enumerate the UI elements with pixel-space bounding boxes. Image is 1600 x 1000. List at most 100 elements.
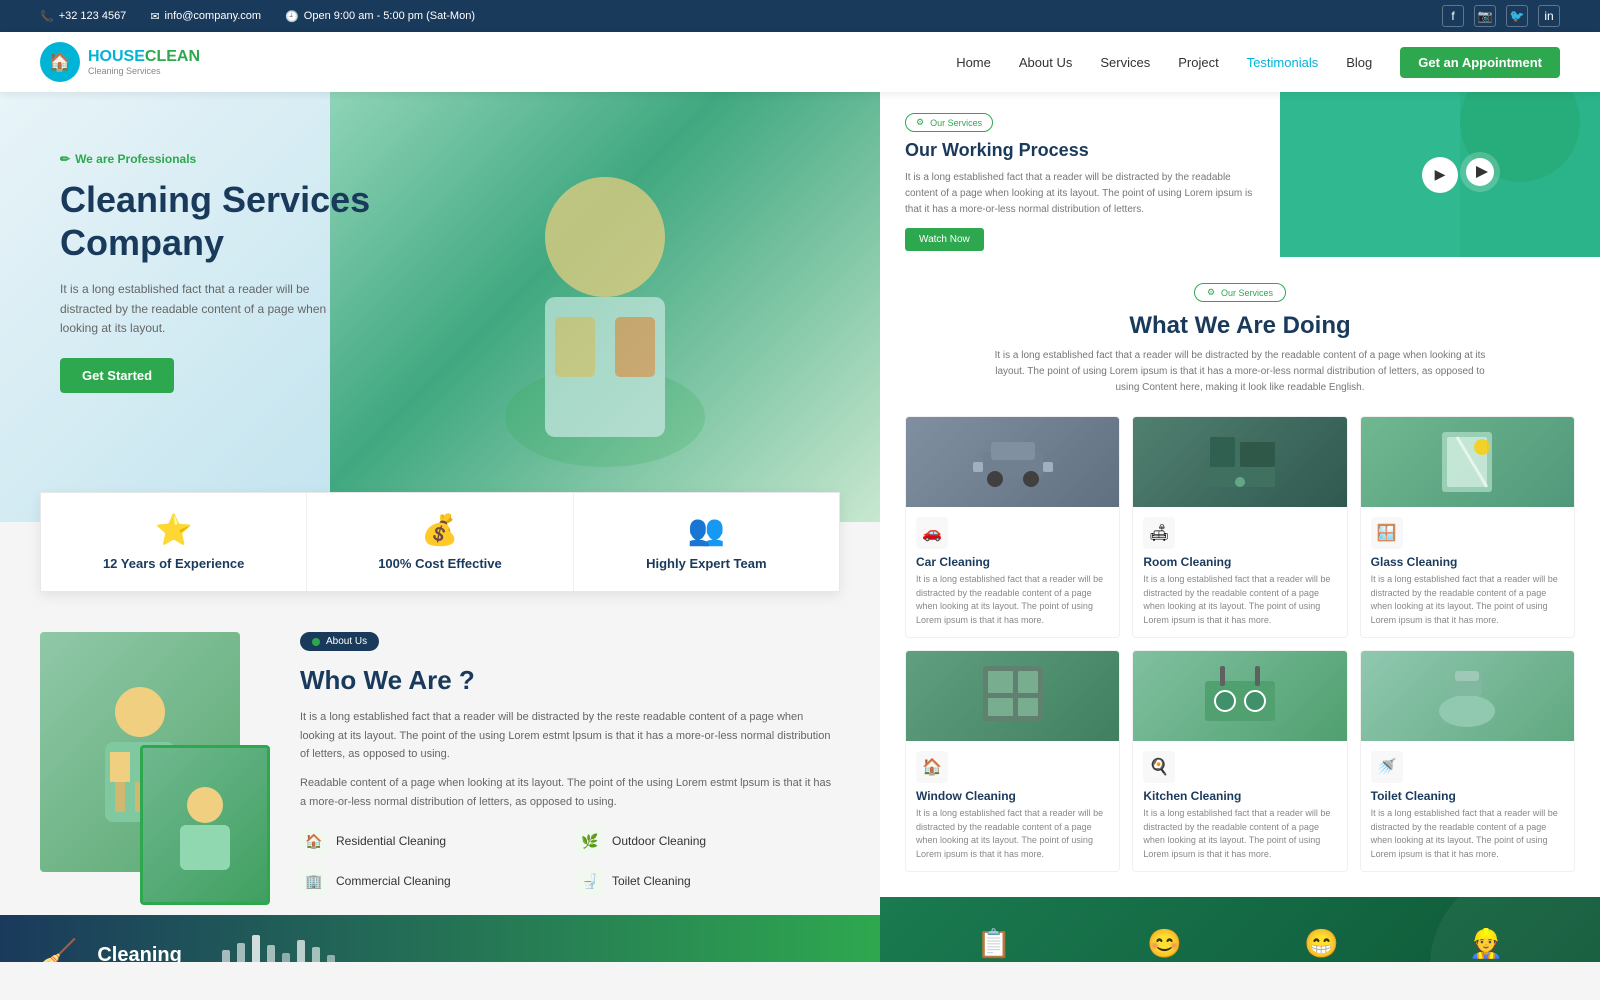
- glass-cleaning-image: [1361, 417, 1574, 507]
- service-outdoor: 🌿 Outdoor Cleaning: [576, 827, 840, 855]
- left-section: ✏ We are Professionals Cleaning Services…: [0, 92, 880, 962]
- services-section: ⚙ Our Services What We Are Doing It is a…: [880, 257, 1600, 897]
- service-card-window: 🏠 Window Cleaning It is a long establish…: [905, 650, 1120, 872]
- nav-project[interactable]: Project: [1178, 55, 1218, 70]
- stats-bar: ⭐ 12 Years of Experience 💰 100% Cost Eff…: [40, 492, 840, 592]
- get-started-button[interactable]: Get Started: [60, 358, 174, 393]
- about-section: About Us Who We Are ? It is a long estab…: [0, 592, 880, 915]
- stat-satisfaction: 😁 100% Satisfaction: [1293, 927, 1350, 962]
- twitter-link[interactable]: 🐦: [1506, 5, 1528, 27]
- email-address: info@company.com: [165, 10, 262, 22]
- hero-image: [330, 92, 880, 522]
- cost-icon: 💰: [421, 513, 458, 548]
- services-cards: 🚗 Car Cleaning It is a long established …: [905, 416, 1575, 872]
- window-cleaning-body: 🏠 Window Cleaning It is a long establish…: [906, 741, 1119, 871]
- satisfaction-icon: 😁: [1293, 927, 1350, 960]
- car-cleaning-desc: It is a long established fact that a rea…: [916, 573, 1109, 627]
- car-cleaning-body: 🚗 Car Cleaning It is a long established …: [906, 507, 1119, 637]
- logo-text: HOUSECLEAN Cleaning Services: [88, 48, 200, 76]
- clients-icon: 😊: [1131, 927, 1199, 960]
- outdoor-icon: 🌿: [576, 827, 604, 855]
- room-icon: 🛋: [1143, 517, 1175, 549]
- kitchen-cleaning-title: Kitchen Cleaning: [1143, 789, 1336, 803]
- toilet-cleaning-image: [1361, 651, 1574, 741]
- experience-icon: ⭐: [155, 513, 192, 548]
- right-panel: ⚙ Our Services Our Working Process It is…: [880, 92, 1600, 962]
- about-desc-1: It is a long established fact that a rea…: [300, 708, 840, 764]
- hero-description: It is a long established fact that a rea…: [60, 280, 360, 338]
- window-cleaning-desc: It is a long established fact that a rea…: [916, 807, 1109, 861]
- hours-text: Open 9:00 am - 5:00 pm (Sat-Mon): [304, 10, 475, 22]
- appointment-button[interactable]: Get an Appointment: [1400, 47, 1560, 78]
- car-cleaning-image: [906, 417, 1119, 507]
- team-label: Highly Expert Team: [646, 556, 766, 571]
- service-card-glass: 🪟 Glass Cleaning It is a long establishe…: [1360, 416, 1575, 638]
- nav-blog[interactable]: Blog: [1346, 55, 1372, 70]
- phone-number: +32 123 4567: [59, 10, 127, 22]
- car-cleaning-title: Car Cleaning: [916, 555, 1109, 569]
- stat-cost: 💰 100% Cost Effective: [307, 493, 573, 591]
- main-wrapper: ✏ We are Professionals Cleaning Services…: [0, 92, 1600, 962]
- commercial-icon: 🏢: [300, 867, 328, 895]
- hero-content: ✏ We are Professionals Cleaning Services…: [60, 152, 380, 393]
- hero-title: Cleaning Services Company: [60, 178, 380, 264]
- room-cleaning-body: 🛋 Room Cleaning It is a long established…: [1133, 507, 1346, 637]
- logo: 🏠 HOUSECLEAN Cleaning Services: [40, 42, 200, 82]
- kitchen-cleaning-image: [1133, 651, 1346, 741]
- car-icon: 🚗: [916, 517, 948, 549]
- about-desc-2: Readable content of a page when looking …: [300, 774, 840, 811]
- services-title: What We Are Doing: [905, 312, 1575, 340]
- window-cleaning-image: [906, 651, 1119, 741]
- service-card-toilet: 🚿 Toilet Cleaning It is a long establish…: [1360, 650, 1575, 872]
- nav-services[interactable]: Services: [1100, 55, 1150, 70]
- nav-testimonials[interactable]: Testimonials: [1247, 55, 1319, 70]
- social-links: f 📷 🐦 in: [1442, 5, 1560, 27]
- working-process-image: ▶: [1280, 92, 1600, 257]
- experience-label: 12 Years of Experience: [103, 556, 244, 571]
- email-icon: ✉: [150, 10, 159, 23]
- employee-icon: 👷: [1444, 927, 1528, 960]
- stat-project: 📋 1200+ Project Complete: [952, 927, 1036, 962]
- toilet-cleaning-icon: 🚿: [1371, 751, 1403, 783]
- tag-icon: ✏: [60, 152, 70, 166]
- linkedin-link[interactable]: in: [1538, 5, 1560, 27]
- nav-about[interactable]: About Us: [1019, 55, 1072, 70]
- glass-cleaning-title: Glass Cleaning: [1371, 555, 1564, 569]
- service-card-room: 🛋 Room Cleaning It is a long established…: [1132, 416, 1347, 638]
- kitchen-cleaning-desc: It is a long established fact that a rea…: [1143, 807, 1336, 861]
- service-card-kitchen: 🍳 Kitchen Cleaning It is a long establis…: [1132, 650, 1347, 872]
- stat-team: 👥 Highly Expert Team: [574, 493, 839, 591]
- email-info: ✉ info@company.com: [150, 10, 261, 23]
- stat-clients: 😊 1050+ Happy Clients: [1131, 927, 1199, 962]
- kitchen-cleaning-body: 🍳 Kitchen Cleaning It is a long establis…: [1133, 741, 1346, 871]
- nav-home[interactable]: Home: [956, 55, 991, 70]
- mop-icon: 🧹: [40, 938, 77, 962]
- about-badge: About Us: [300, 632, 379, 651]
- logo-icon: 🏠: [40, 42, 80, 82]
- watch-now-button[interactable]: Watch Now: [905, 228, 984, 251]
- working-process-section: ⚙ Our Services Our Working Process It is…: [880, 92, 1600, 257]
- facebook-link[interactable]: f: [1442, 5, 1464, 27]
- instagram-link[interactable]: 📷: [1474, 5, 1496, 27]
- glass-cleaning-desc: It is a long established fact that a rea…: [1371, 573, 1564, 627]
- service-card-car: 🚗 Car Cleaning It is a long established …: [905, 416, 1120, 638]
- project-icon: 📋: [952, 927, 1036, 960]
- glass-cleaning-body: 🪟 Glass Cleaning It is a long establishe…: [1361, 507, 1574, 637]
- working-process-description: It is a long established fact that a rea…: [905, 170, 1255, 218]
- main-nav: Home About Us Services Project Testimoni…: [956, 47, 1560, 78]
- toilet-cleaning-title: Toilet Cleaning: [1371, 789, 1564, 803]
- hero-tag: ✏ We are Professionals: [60, 152, 380, 166]
- stat-experience: ⭐ 12 Years of Experience: [41, 493, 307, 591]
- services-description: It is a long established fact that a rea…: [990, 348, 1490, 396]
- residential-icon: 🏠: [300, 827, 328, 855]
- top-bar: 📞 +32 123 4567 ✉ info@company.com 🕘 Open…: [0, 0, 1600, 32]
- toilet-icon: 🚽: [576, 867, 604, 895]
- stats-green-section: 📋 1200+ Project Complete 😊 1050+ Happy C…: [880, 897, 1600, 962]
- team-icon: 👥: [688, 513, 725, 548]
- play-button[interactable]: ▶: [1422, 157, 1458, 193]
- phone-info: 📞 +32 123 4567: [40, 10, 126, 23]
- services-header: ⚙ Our Services What We Are Doing It is a…: [905, 282, 1575, 396]
- clock-icon: 🕘: [285, 10, 299, 23]
- service-residential: 🏠 Residential Cleaning: [300, 827, 564, 855]
- hero-section: ✏ We are Professionals Cleaning Services…: [0, 92, 880, 522]
